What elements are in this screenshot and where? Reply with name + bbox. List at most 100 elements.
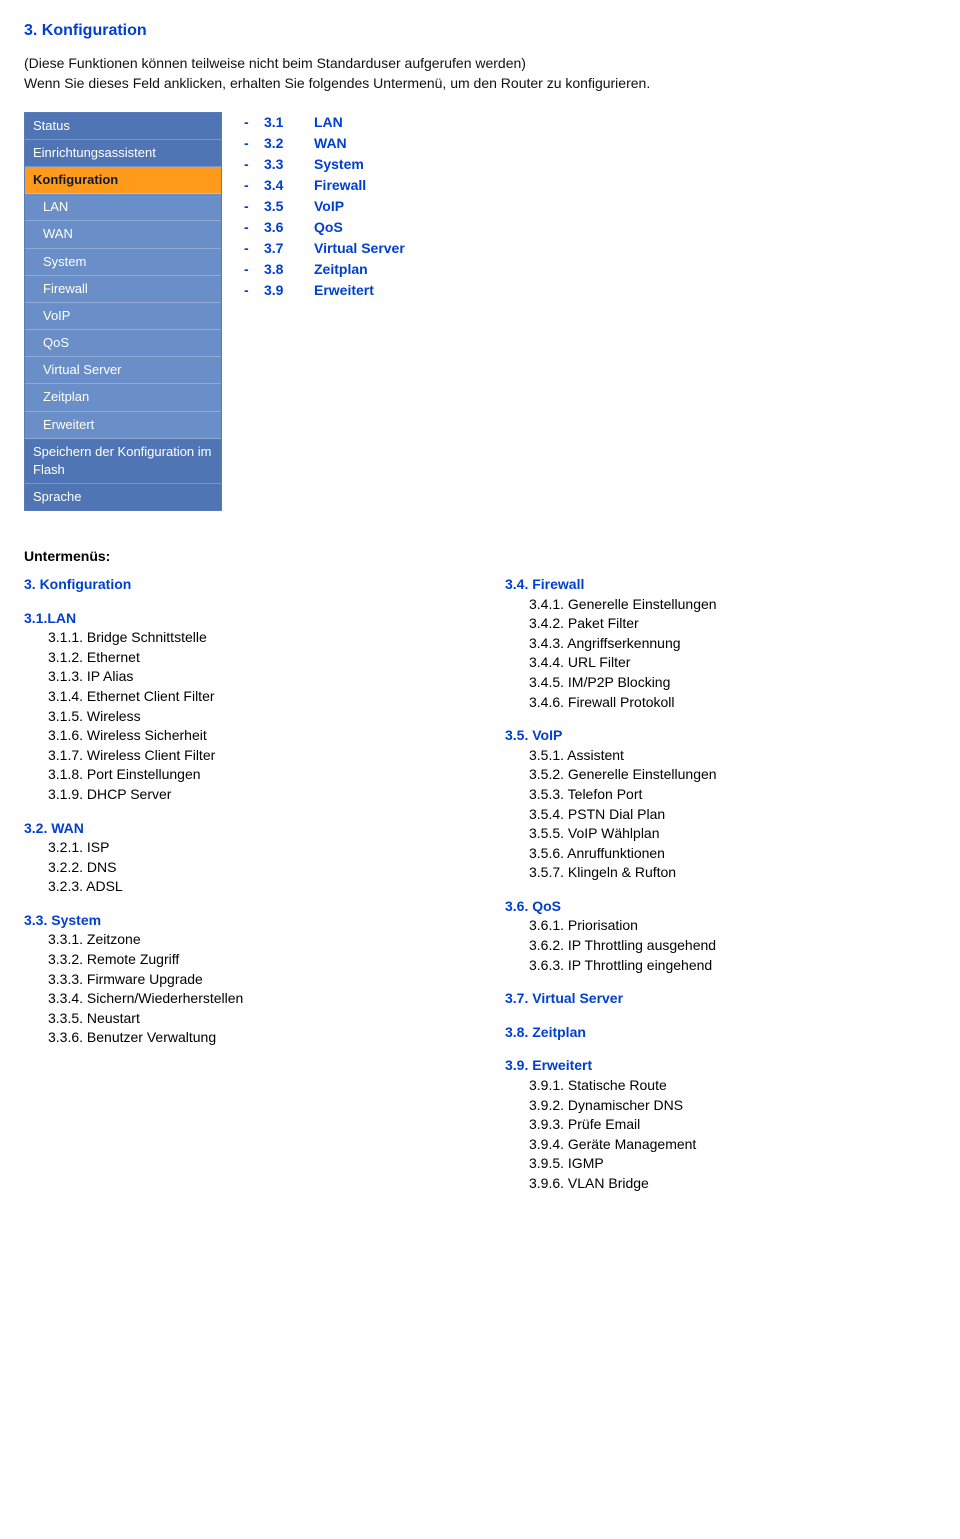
main-list-row: -3.8Zeitplan [244,259,405,280]
toc-group-title: 3.3. System [24,911,455,931]
toc-item: 3.9.4. Geräte Management [529,1135,936,1155]
toc-item: 3.4.3. Angriffserkennung [529,634,936,654]
toc-group: 3.7. Virtual Server [505,989,936,1009]
list-number: 3.3 [264,154,304,175]
dash: - [244,280,254,301]
list-number: 3.5 [264,196,304,217]
toc-item: 3.6.3. IP Throttling eingehend [529,956,936,976]
main-list-row: -3.7 Virtual Server [244,238,405,259]
toc-group: 3.1.LAN3.1.1. Bridge Schnittstelle3.1.2.… [24,609,455,805]
nav-item[interactable]: Virtual Server [25,357,221,384]
toc-group: 3.5. VoIP3.5.1. Assistent3.5.2. Generell… [505,726,936,883]
toc-item: 3.6.2. IP Throttling ausgehend [529,936,936,956]
list-number: 3.8 [264,259,304,280]
toc-right-column: 3.4. Firewall3.4.1. Generelle Einstellun… [505,575,936,1208]
dash: - [244,112,254,133]
nav-item[interactable]: Erweitert [25,412,221,439]
nav-item[interactable]: Speichern der Konfiguration im Flash [25,439,221,484]
nav-item[interactable]: Firewall [25,276,221,303]
main-list-row: -3.5VoIP [244,196,405,217]
list-label: Firewall [314,175,366,196]
toc-item: 3.3.5. Neustart [48,1009,455,1029]
toc-item: 3.9.3. Prüfe Email [529,1115,936,1135]
nav-item[interactable]: QoS [25,330,221,357]
toc-item: 3.1.4. Ethernet Client Filter [48,687,455,707]
list-label: Virtual Server [314,238,405,259]
toc-item: 3.3.1. Zeitzone [48,930,455,950]
main-list-row: -3.9 Erweitert [244,280,405,301]
toc-item: 3.1.1. Bridge Schnittstelle [48,628,455,648]
toc-item: 3.1.7. Wireless Client Filter [48,746,455,766]
toc-group: 3.3. System3.3.1. Zeitzone3.3.2. Remote … [24,911,455,1048]
nav-item[interactable]: Einrichtungsassistent [25,140,221,167]
toc-group: 3.8. Zeitplan [505,1023,936,1043]
dash: - [244,133,254,154]
toc-item: 3.4.2. Paket Filter [529,614,936,634]
intro-text: (Diese Funktionen können teilweise nicht… [24,54,936,93]
toc-group-title: 3.6. QoS [505,897,936,917]
dash: - [244,238,254,259]
dash: - [244,196,254,217]
toc-group-title: 3.4. Firewall [505,575,936,595]
list-number: 3.6 [264,217,304,238]
toc-group: 3.9. Erweitert3.9.1. Statische Route3.9.… [505,1056,936,1193]
list-label: Erweitert [314,280,374,301]
list-number: 3.9 [264,280,304,301]
dash: - [244,154,254,175]
list-number: 3.1 [264,112,304,133]
dash: - [244,217,254,238]
toc-item: 3.4.4. URL Filter [529,653,936,673]
list-label: QoS [314,217,343,238]
dash: - [244,259,254,280]
main-list-row: -3.6 QoS [244,217,405,238]
list-label: System [314,154,364,175]
nav-item[interactable]: Konfiguration [25,167,221,194]
nav-item[interactable]: Status [25,113,221,140]
intro-line-2: Wenn Sie dieses Feld anklicken, erhalten… [24,74,936,94]
main-list-row: -3.3 System [244,154,405,175]
dash: - [244,175,254,196]
list-label: WAN [314,133,347,154]
page-heading: 3. Konfiguration [24,20,936,42]
toc-item: 3.4.1. Generelle Einstellungen [529,595,936,615]
toc-item: 3.2.1. ISP [48,838,455,858]
nav-item[interactable]: LAN [25,194,221,221]
toc-item: 3.5.5. VoIP Wählplan [529,824,936,844]
toc-group-title: 3.2. WAN [24,819,455,839]
nav-item[interactable]: Sprache [25,484,221,510]
toc-item: 3.9.5. IGMP [529,1154,936,1174]
toc-group: 3.6. QoS3.6.1. Priorisation3.6.2. IP Thr… [505,897,936,975]
nav-item[interactable]: System [25,249,221,276]
toc-item: 3.5.4. PSTN Dial Plan [529,805,936,825]
submenu-label: Untermenüs: [24,547,936,567]
toc-group-title: 3.1.LAN [24,609,455,629]
toc-item: 3.9.1. Statische Route [529,1076,936,1096]
toc-item: 3.5.2. Generelle Einstellungen [529,765,936,785]
nav-item[interactable]: VoIP [25,303,221,330]
toc-item: 3.5.7. Klingeln & Rufton [529,863,936,883]
toc-item: 3.5.6. Anruffunktionen [529,844,936,864]
list-number: 3.4 [264,175,304,196]
toc-item: 3.9.2. Dynamischer DNS [529,1096,936,1116]
toc-left-column: 3. Konfiguration 3.1.LAN3.1.1. Bridge Sch… [24,575,455,1062]
toc-group-title: 3. Konfiguration [24,575,455,595]
toc-item: 3.3.3. Firmware Upgrade [48,970,455,990]
toc-item: 3.3.6. Benutzer Verwaltung [48,1028,455,1048]
nav-item[interactable]: Zeitplan [25,384,221,411]
nav-item[interactable]: WAN [25,221,221,248]
toc-item: 3.1.8. Port Einstellungen [48,765,455,785]
toc-item: 3.1.6. Wireless Sicherheit [48,726,455,746]
main-list-row: -3.4 Firewall [244,175,405,196]
toc-item: 3.6.1. Priorisation [529,916,936,936]
toc-item: 3.3.4. Sichern/Wiederherstellen [48,989,455,1009]
list-number: 3.7 [264,238,304,259]
sidebar-nav: StatusEinrichtungsassistentKonfiguration… [24,112,222,512]
toc-group: 3.2. WAN3.2.1. ISP3.2.2. DNS3.2.3. ADSL [24,819,455,897]
toc-item: 3.5.3. Telefon Port [529,785,936,805]
toc-item: 3.9.6. VLAN Bridge [529,1174,936,1194]
toc-group-title: 3.8. Zeitplan [505,1023,936,1043]
main-numbered-list: -3.1LAN-3.2WAN-3.3System-3.4Firewall-3.5… [244,112,405,301]
toc-item: 3.1.5. Wireless [48,707,455,727]
toc-item: 3.4.6. Firewall Protokoll [529,693,936,713]
toc-group-title: 3.9. Erweitert [505,1056,936,1076]
